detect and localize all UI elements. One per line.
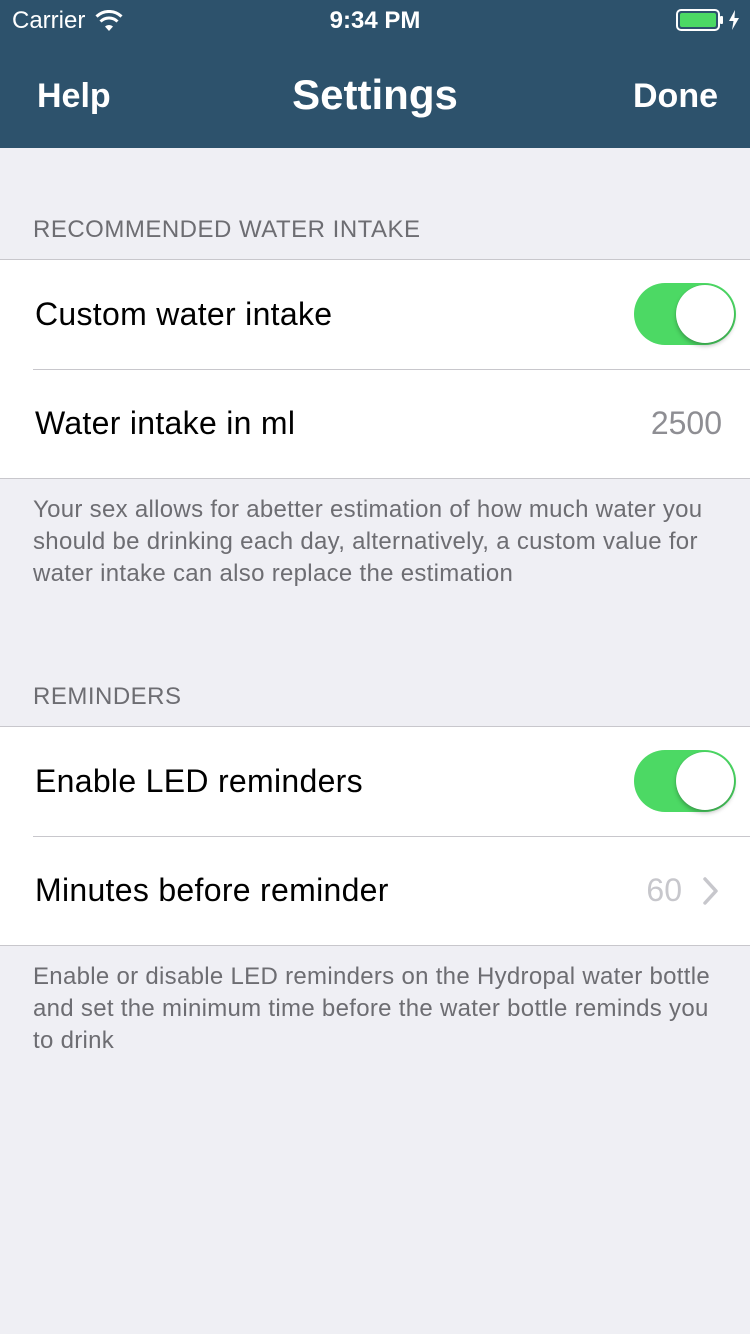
custom-water-intake-row: Custom water intake	[0, 260, 750, 369]
battery-icon	[676, 9, 723, 31]
reminders-footer: Enable or disable LED reminders on the H…	[33, 963, 711, 1054]
led-reminders-toggle[interactable]	[634, 750, 736, 812]
charging-bolt-icon	[729, 10, 739, 30]
status-bar: Carrier 9:34 PM	[0, 0, 750, 40]
minutes-before-reminder-label: Minutes before reminder	[35, 872, 389, 908]
minutes-before-reminder-row[interactable]: Minutes before reminder 60	[0, 836, 750, 945]
toggle-knob	[676, 752, 734, 810]
minutes-before-reminder-value: 60	[646, 872, 682, 908]
status-time: 9:34 PM	[329, 7, 421, 34]
custom-water-intake-toggle[interactable]	[634, 283, 736, 345]
water-intake-footer: Your sex allows for abetter estimation o…	[33, 496, 703, 587]
battery-indicator	[676, 9, 740, 31]
custom-water-intake-label: Custom water intake	[35, 296, 333, 332]
water-intake-group: Custom water intake Water intake in ml 2…	[0, 259, 750, 479]
water-intake-value[interactable]: 2500	[651, 405, 722, 442]
chevron-right-icon	[703, 876, 718, 905]
navigation-header: Carrier 9:34 PM Help Settings Done	[0, 0, 750, 148]
navigation-bar: Help Settings Done	[0, 40, 750, 148]
led-reminders-label: Enable LED reminders	[35, 763, 363, 799]
done-button[interactable]: Done	[633, 77, 718, 116]
section-header-reminders: REMINDERS	[33, 683, 182, 710]
reminders-group: Enable LED reminders Minutes before remi…	[0, 726, 750, 946]
water-intake-label: Water intake in ml	[35, 405, 296, 441]
led-reminders-row: Enable LED reminders	[0, 727, 750, 836]
toggle-knob	[676, 285, 734, 343]
section-header-water-intake: RECOMMENDED WATER INTAKE	[33, 216, 421, 243]
water-intake-row[interactable]: Water intake in ml 2500	[0, 369, 750, 478]
